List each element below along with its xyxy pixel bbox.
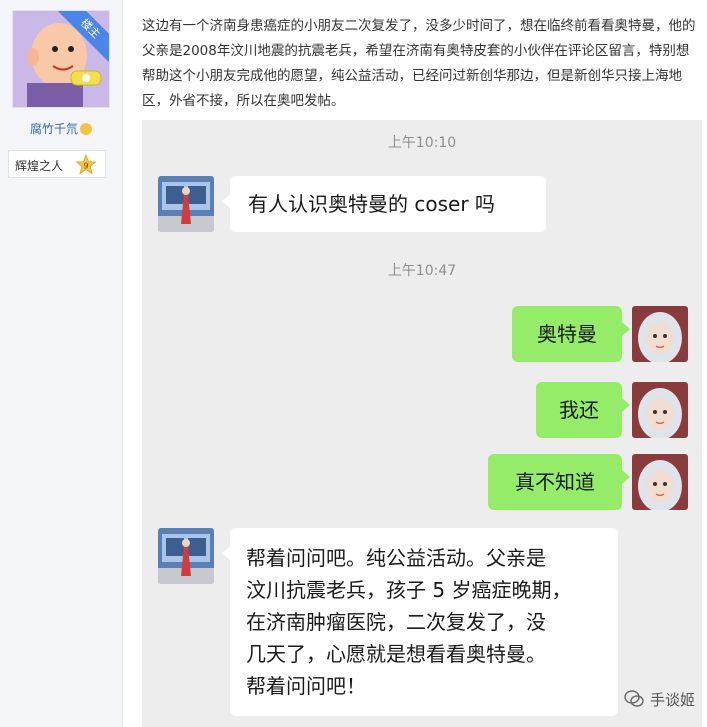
message-line: 在济南肿瘤医院，二次复发了，没 (246, 610, 546, 634)
author-avatar[interactable]: 楼主 (12, 10, 110, 108)
watermark-label: 手谈姬 (649, 690, 695, 709)
anime-avatar-icon (632, 454, 688, 510)
message-line: 几天了，心愿就是想看看奥特曼。 (246, 642, 546, 666)
post-body: 这边有一个济南身患癌症的小朋友二次复发了，没多少时间了，想在临终前看看奥特曼，他… (142, 18, 696, 109)
self-avatar (632, 454, 688, 510)
wechat-icon (624, 690, 644, 707)
level-badge[interactable]: 辉煌之人 9 (8, 150, 106, 178)
contact-avatar (158, 528, 214, 584)
level-number: 9 (83, 162, 88, 171)
message-bubble: 我还 (536, 382, 630, 438)
message-bubble: 奥特曼 (512, 306, 630, 362)
stage-photo-icon (158, 176, 214, 232)
chat-screenshot: 上午10:10 有人认识奥特曼的 coser 吗 上午10:47 奥特曼 我还 (142, 120, 702, 727)
anime-avatar-icon (632, 306, 688, 362)
watermark: 手谈姬 (624, 685, 695, 713)
contact-avatar (158, 176, 214, 232)
message-line: 汶川抗震老兵，孩子 5 岁癌症晚期， (246, 578, 572, 602)
message-bubble-long: 帮着问问吧。纯公益活动。父亲是 汶川抗震老兵，孩子 5 岁癌症晚期， 在济南肿瘤… (222, 528, 618, 716)
stage-photo-icon (158, 528, 214, 584)
self-avatar (632, 382, 688, 438)
chat-timestamp: 上午10:10 (387, 135, 457, 151)
message-bubble: 有人认识奥特曼的 coser 吗 (222, 176, 546, 232)
username-text[interactable]: 腐竹千氘 (30, 122, 78, 136)
message-line: 帮着问问吧！ (246, 674, 366, 698)
username-link[interactable]: 腐竹千氘 (0, 120, 122, 137)
anime-avatar-icon (632, 382, 688, 438)
smile-icon (80, 123, 92, 135)
message-line: 帮着问问吧。纯公益活动。父亲是 (246, 546, 546, 570)
level-star-icon: 9 (75, 154, 97, 175)
self-avatar (632, 306, 688, 362)
badge-title: 辉煌之人 (15, 159, 64, 173)
author-sidebar: 楼主 腐竹千氘 辉煌之人 9 (0, 0, 123, 727)
message-bubble: 真不知道 (488, 454, 630, 510)
chat-timestamp: 上午10:47 (387, 263, 457, 279)
